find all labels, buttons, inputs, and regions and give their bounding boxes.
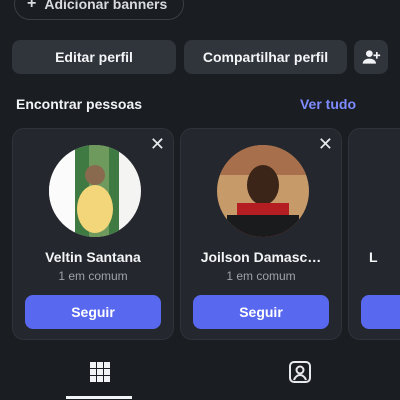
suggestion-card[interactable]: ✕ Veltin Santana 1 em comum Seguir: [12, 128, 174, 340]
plus-icon: +: [27, 0, 37, 12]
close-icon[interactable]: ✕: [318, 135, 333, 153]
selected-tab-indicator: [66, 396, 132, 399]
suggestion-card[interactable]: ✕ Joilson Damasc… 1 em comum Seguir: [180, 128, 342, 340]
grid-icon[interactable]: [88, 360, 112, 384]
person-add-icon: [362, 50, 381, 64]
follow-label: Seguir: [71, 304, 115, 320]
mutual-count: 1 em comum: [58, 269, 128, 283]
find-people-title: Encontrar pessoas: [16, 96, 143, 112]
follow-button[interactable]: Seguir: [193, 295, 329, 329]
follow-label: Seguir: [239, 304, 283, 320]
follow-button[interactable]: Seguir: [25, 295, 161, 329]
tagged-person-icon[interactable]: [287, 359, 313, 385]
profile-tab-bar: [0, 356, 400, 400]
close-icon[interactable]: ✕: [150, 135, 165, 153]
suggestion-card[interactable]: L: [348, 128, 400, 340]
person-name[interactable]: Veltin Santana: [13, 249, 173, 265]
mutual-count: 1 em comum: [226, 269, 296, 283]
avatar[interactable]: [217, 145, 309, 237]
edit-profile-label: Editar perfil: [55, 49, 133, 65]
share-profile-button[interactable]: Compartilhar perfil: [184, 40, 347, 74]
person-name[interactable]: Joilson Damasc…: [181, 249, 341, 265]
person-name[interactable]: L: [369, 249, 378, 265]
follow-button[interactable]: [361, 295, 400, 329]
add-banners-label: Adicionar banners: [44, 0, 168, 12]
avatar[interactable]: [49, 145, 141, 237]
add-banners-button[interactable]: + Adicionar banners: [14, 0, 185, 20]
edit-profile-button[interactable]: Editar perfil: [12, 40, 176, 74]
see-all-link[interactable]: Ver tudo: [300, 96, 356, 112]
share-profile-label: Compartilhar perfil: [202, 49, 329, 65]
add-person-button[interactable]: [354, 40, 388, 74]
